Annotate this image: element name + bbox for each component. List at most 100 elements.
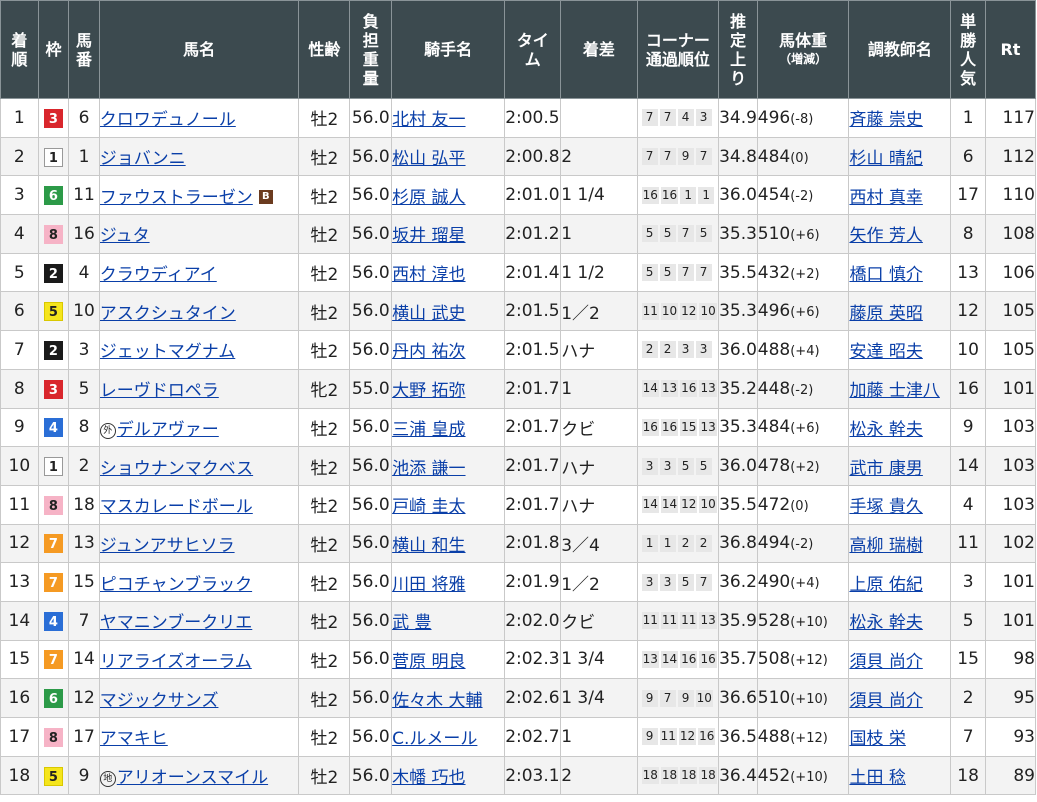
jockey-name-link[interactable]: 大野 拓弥: [393, 381, 466, 401]
trainer-name-link[interactable]: 土田 稔: [850, 768, 906, 788]
weight-value: 484: [757, 417, 791, 438]
horse-name-link[interactable]: ファウストラーゼン: [100, 188, 253, 208]
jockey-name-link[interactable]: 佐々木 大輔: [393, 691, 483, 711]
cell-bataiju: 472(0): [756, 484, 850, 525]
horse-name-link[interactable]: マジックサンズ: [100, 691, 218, 711]
cell-chakusa: 2: [560, 755, 638, 796]
corner-position: 13: [699, 612, 717, 630]
corner-position: 5: [641, 225, 658, 243]
corner-position: 9: [641, 728, 658, 746]
cell-chokyoshi: 橋口 慎介: [848, 252, 952, 293]
cell-agari: 35.5: [718, 484, 758, 525]
cell-chakujun: 14: [0, 600, 39, 641]
corner-position: 18: [660, 767, 679, 785]
horse-name-link[interactable]: ジュタ: [100, 226, 149, 246]
cell-time: 2:01.7: [504, 484, 562, 525]
cell-kishu: 佐々木 大輔: [391, 678, 506, 718]
jockey-name-link[interactable]: 松山 弘平: [393, 149, 466, 169]
corner-position: 7: [695, 264, 712, 282]
corner-position: 16: [699, 650, 717, 668]
jockey-name-link[interactable]: 木幡 巧也: [393, 768, 466, 788]
corner-position: 13: [699, 380, 717, 398]
jockey-name-link[interactable]: 坂井 瑠星: [393, 226, 466, 246]
horse-name-link[interactable]: ヤマニンブークリエ: [100, 613, 252, 633]
trainer-name-link[interactable]: 斉藤 崇史: [850, 110, 923, 130]
trainer-name-link[interactable]: 橋口 慎介: [850, 265, 923, 285]
cell-chakusa: ハナ: [560, 484, 638, 525]
trainer-name-link[interactable]: 高柳 瑞樹: [850, 536, 923, 556]
horse-name-link[interactable]: ジョバンニ: [100, 149, 185, 169]
horse-name-link[interactable]: アスクシュタイン: [100, 304, 236, 324]
jockey-name-link[interactable]: C.ルメール: [393, 729, 478, 749]
horse-name-link[interactable]: マスカレードボール: [100, 497, 253, 517]
cell-bataiju: 452(+10): [756, 755, 850, 796]
cell-corner: 9 7 9 10: [636, 678, 720, 718]
corner-position: 10: [695, 689, 713, 707]
corner-position: 7: [695, 148, 712, 166]
horse-name-link[interactable]: レーヴドロペラ: [100, 381, 219, 401]
corner-positions: 16 16 15 13: [638, 418, 717, 436]
cell-ninki: 2: [950, 678, 986, 718]
trainer-name-link[interactable]: 松永 幹夫: [850, 420, 923, 440]
jockey-name-link[interactable]: 三浦 皇成: [393, 420, 466, 440]
trainer-name-link[interactable]: 杉山 晴紀: [850, 149, 923, 169]
jockey-name-link[interactable]: 丹内 祐次: [393, 342, 466, 362]
cell-kinryo: 56.0: [349, 98, 393, 138]
cell-bamei: マジックサンズ: [98, 678, 300, 718]
table-row: 7 2 3 ジェットマグナム 牡2 56.0 丹内 祐次 2:01.5 ハナ 2…: [0, 330, 1037, 370]
horse-name-link[interactable]: デルアヴァー: [117, 420, 219, 440]
horse-name-link[interactable]: ジェットマグナム: [100, 342, 235, 362]
horse-name-link[interactable]: アリオーンスマイル: [117, 768, 268, 788]
cell-umaban: 4: [68, 252, 100, 293]
horse-name-link[interactable]: ピコチャンブラック: [100, 575, 252, 595]
trainer-name-link[interactable]: 松永 幹夫: [850, 613, 923, 633]
horse-name-link[interactable]: ジュンアサヒソラ: [100, 536, 234, 556]
jockey-name-link[interactable]: 北村 友一: [393, 110, 466, 130]
jockey-name-link[interactable]: 横山 和生: [393, 536, 466, 556]
jockey-name-link[interactable]: 川田 将雅: [393, 575, 466, 595]
horse-name-link[interactable]: ショウナンマクベス: [100, 459, 253, 479]
trainer-name-link[interactable]: 須貝 尚介: [850, 691, 923, 711]
table-row: 18 5 9 地アリオーンスマイル 牡2 56.0 木幡 巧也 2:03.1 2…: [0, 755, 1037, 796]
header-ninki: 単勝人気: [950, 0, 986, 99]
trainer-name-link[interactable]: 矢作 芳人: [850, 226, 923, 246]
trainer-name-link[interactable]: 須貝 尚介: [850, 652, 923, 672]
trainer-name-link[interactable]: 安達 昭夫: [850, 342, 923, 362]
cell-ninki: 5: [950, 600, 986, 641]
trainer-name-link[interactable]: 武市 康男: [850, 459, 923, 479]
horse-name-link[interactable]: クラウディアイ: [100, 265, 216, 285]
trainer-name-link[interactable]: 加藤 士津八: [850, 381, 940, 401]
horse-name-link[interactable]: リアライズオーラム: [100, 652, 251, 672]
cell-chakujun: 5: [0, 252, 39, 293]
cell-bataiju: 448(-2): [756, 368, 850, 409]
horse-name-link[interactable]: アマキヒ: [100, 729, 168, 749]
weight-diff: (+6): [790, 305, 820, 321]
jockey-name-link[interactable]: 西村 淳也: [393, 265, 466, 285]
corner-position: 10: [699, 496, 717, 514]
cell-waku: 8: [37, 484, 70, 525]
jockey-name-link[interactable]: 池添 謙一: [393, 459, 466, 479]
trainer-name-link[interactable]: 上原 佑紀: [850, 575, 923, 595]
trainer-name-link[interactable]: 西村 真幸: [850, 188, 923, 208]
trainer-name-link[interactable]: 藤原 英昭: [850, 304, 923, 324]
jockey-name-link[interactable]: 杉原 誠人: [393, 188, 466, 208]
horse-name-link[interactable]: クロワデュノール: [100, 110, 236, 130]
corner-position: 16: [698, 728, 716, 746]
corner-positions: 16 16 1 1: [638, 186, 717, 204]
corner-position: 9: [641, 689, 658, 707]
trainer-name-link[interactable]: 国枝 栄: [850, 729, 906, 749]
cell-bamei: ジェットマグナム: [98, 330, 300, 370]
corner-position: 5: [695, 457, 712, 475]
cell-seirei: 牡2: [298, 214, 351, 254]
corner-positions: 14 13 16 13: [638, 380, 717, 398]
cell-waku: 5: [37, 291, 70, 332]
cell-bamei: ジョバンニ: [98, 136, 300, 177]
cell-time: 2:01.8: [504, 523, 562, 564]
jockey-name-link[interactable]: 武 豊: [393, 613, 432, 633]
jockey-name-link[interactable]: 横山 武史: [393, 304, 466, 324]
jockey-name-link[interactable]: 戸崎 圭太: [393, 497, 466, 517]
jockey-name-link[interactable]: 菅原 明良: [393, 652, 466, 672]
corner-position: 3: [659, 573, 676, 591]
cell-seirei: 牡2: [298, 252, 351, 293]
trainer-name-link[interactable]: 手塚 貴久: [850, 497, 923, 517]
